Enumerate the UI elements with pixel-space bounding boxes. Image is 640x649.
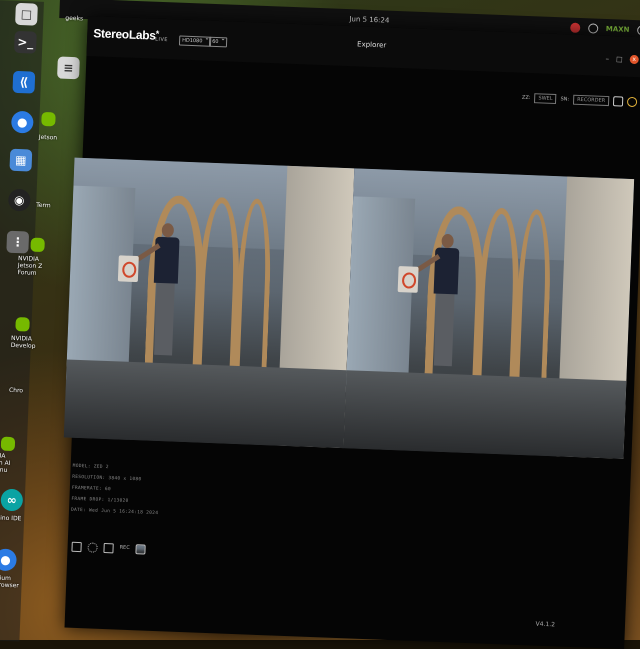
serial-input[interactable]: RECORDER (572, 94, 610, 107)
calendar-icon[interactable]: ▦ (9, 148, 33, 172)
close-button[interactable]: x (629, 54, 639, 65)
stream-icon[interactable] (87, 542, 98, 553)
sn-label: SN: (560, 96, 570, 103)
nvidia-icon[interactable] (41, 111, 56, 127)
nvidia-icon[interactable] (0, 436, 16, 452)
minimize-button[interactable]: – (605, 54, 609, 62)
chromium-icon[interactable]: ● (10, 110, 34, 134)
resolution-select[interactable]: HD1080 (178, 35, 212, 47)
window-controls: – □ x (605, 54, 639, 65)
camera-icon[interactable] (135, 544, 146, 555)
text-file-icon[interactable]: ≡ (57, 56, 80, 80)
arduino-icon[interactable]: ∞ (0, 488, 24, 512)
app-grid-icon[interactable]: ⋮ (6, 230, 30, 254)
record-icon[interactable] (612, 96, 624, 107)
live-mode-label[interactable]: LIVE (155, 37, 168, 43)
dock-label: Arduino IDE (0, 514, 22, 523)
depth-mode-select[interactable]: SWEL (534, 93, 557, 105)
vscode-icon[interactable]: ⟪ (12, 70, 36, 94)
stereolabs-logo: StereoLabs* (93, 26, 160, 43)
obs-icon[interactable]: ◉ (7, 188, 31, 212)
dock-label: NVIDIA Develop (10, 334, 36, 350)
right-camera-view (343, 168, 635, 459)
explorer-window: StereoLabs* LIVE HD1080 60 Explorer – □ … (63, 16, 640, 649)
dock-label: Chro (8, 386, 24, 395)
stereo-video-view[interactable] (63, 157, 635, 459)
chromium-tray-icon[interactable] (569, 22, 581, 33)
files-icon[interactable]: □ (15, 2, 38, 26)
clock[interactable]: Jun 5 16:24 (349, 15, 389, 25)
rec-status[interactable]: REC (119, 545, 130, 553)
folder-icon[interactable] (71, 541, 82, 553)
nvidia-icon[interactable] (15, 317, 30, 332)
chromium-icon[interactable]: ● (0, 548, 17, 572)
camera-info-panel: MODEL: ZED 2 RESOLUTION: 3840 x 1080 FRA… (71, 464, 393, 531)
network-icon[interactable] (587, 23, 599, 34)
gear-icon[interactable] (626, 96, 638, 108)
bottom-toolbar: REC (71, 541, 146, 555)
maximize-button[interactable]: □ (616, 55, 623, 63)
version-label: V4.1.2 (535, 620, 556, 629)
dock-label: NVIDIA Jetson Z Forum (17, 255, 43, 277)
nvidia-icon[interactable] (30, 237, 45, 253)
left-camera-view (63, 157, 355, 449)
svo-icon[interactable] (103, 542, 114, 554)
power-mode-badge[interactable]: MAXN (606, 25, 630, 34)
fps-select[interactable]: 60 (208, 36, 228, 48)
dock-label: NVIDIA Jetson AI Commu (0, 451, 11, 474)
window-title: Explorer (356, 40, 387, 50)
z-label: ZZ: (521, 94, 531, 102)
terminal-icon[interactable]: >_ (13, 30, 37, 54)
camera-toolbar: ZZ: SWEL SN: RECORDER (521, 93, 638, 108)
dock-label: Chromium Web Browser (0, 573, 19, 590)
